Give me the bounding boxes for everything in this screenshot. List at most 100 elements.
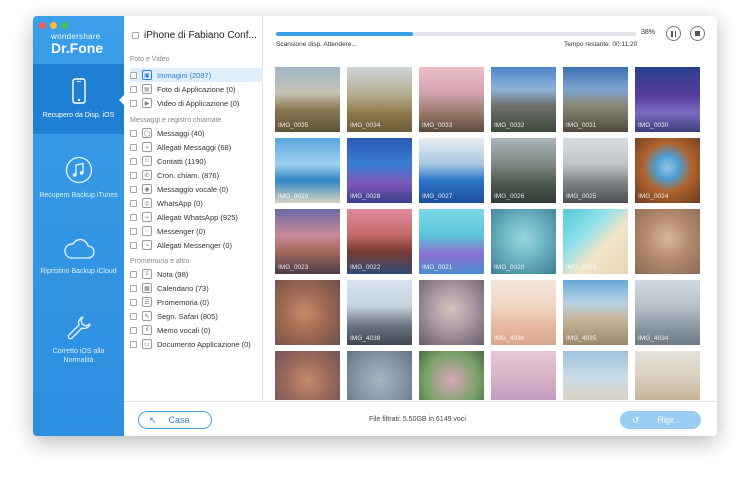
item-checkbox[interactable] xyxy=(130,71,137,79)
sidebar-item-label: Corretto iOS alla Normalità xyxy=(52,348,105,364)
item-checkbox[interactable] xyxy=(130,129,137,137)
tree-item-whatsapp-attachments[interactable]: ⌁ Allegati WhatsApp (925) xyxy=(130,210,263,224)
photo-thumbnail[interactable]: IMG_4034 xyxy=(635,280,700,345)
progress-bar xyxy=(276,32,636,36)
sidebar-item-label: Recupero Backup iTunes xyxy=(39,192,118,199)
tree-item-messages[interactable]: ◯ Messaggi (40) xyxy=(130,126,263,140)
item-checkbox[interactable] xyxy=(130,270,137,278)
item-checkbox[interactable] xyxy=(130,298,137,306)
stop-button[interactable] xyxy=(690,26,705,41)
item-label: Documento Applicazione (0) xyxy=(157,339,251,349)
photo-thumbnail[interactable]: IMG_0028 xyxy=(347,138,412,203)
sidebar-item-itunes-backup[interactable]: Recupero Backup iTunes xyxy=(33,156,124,201)
photo-thumbnail[interactable]: IMG_0026 xyxy=(491,138,556,203)
item-checkbox[interactable] xyxy=(130,157,137,165)
item-label: Contatti (1190) xyxy=(157,156,207,166)
item-checkbox[interactable] xyxy=(130,85,137,93)
photo-thumbnail[interactable] xyxy=(635,351,700,400)
photo-thumbnail[interactable]: IMG_4036 xyxy=(491,280,556,345)
tree-item-voicemail[interactable]: ◉ Messaggio vocale (0) xyxy=(130,182,263,196)
close-window-button[interactable] xyxy=(39,22,46,29)
photo-thumbnail[interactable]: IMG_0035 xyxy=(275,67,340,132)
sidebar-item-label: Recupero da Disp. iOS xyxy=(42,112,115,119)
recover-button[interactable]: ↺ Ripr. xyxy=(620,411,701,429)
tree-item-messenger-attachments[interactable]: ⌁ Allegati Messenger (0) xyxy=(130,238,263,252)
tree-item-app-photos[interactable]: ▤ Foto di Applicazione (0) xyxy=(130,82,263,96)
thumbnail-caption: IMG_0030 xyxy=(638,122,669,129)
tree-item-contacts[interactable]: ☺ Contatti (1190) xyxy=(130,154,263,168)
item-label: Nota (98) xyxy=(157,269,189,279)
pause-button[interactable] xyxy=(666,26,681,41)
item-checkbox[interactable] xyxy=(130,199,137,207)
photo-thumbnail[interactable]: IMG_0020 xyxy=(491,209,556,274)
photo-thumbnail[interactable] xyxy=(419,351,484,400)
tree-item-call-history[interactable]: ✆ Cron. chiam. (876) xyxy=(130,168,263,182)
item-checkbox[interactable] xyxy=(130,312,137,320)
device-name: iPhone di Fabiano Conf... xyxy=(144,30,257,41)
item-checkbox[interactable] xyxy=(130,284,137,292)
device-row[interactable]: iPhone di Fabiano Conf... xyxy=(132,30,257,41)
sidebar-item-icloud-backup[interactable]: Ripristino Backup iCloud xyxy=(33,238,124,277)
item-checkbox[interactable] xyxy=(130,241,137,249)
photo-thumbnail[interactable] xyxy=(275,280,340,345)
item-label: Calendario (73) xyxy=(157,283,209,293)
photo-thumbnail[interactable]: IMG_0031 xyxy=(563,67,628,132)
photo-thumbnail[interactable] xyxy=(275,351,340,400)
photo-thumbnail[interactable]: IMG_0022 xyxy=(347,209,412,274)
item-checkbox[interactable] xyxy=(130,171,137,179)
sidebar-item-label: Ripristino Backup iCloud xyxy=(40,268,117,275)
photo-thumbnail[interactable]: IMG_0023 xyxy=(275,209,340,274)
home-button[interactable]: ↖ Casa xyxy=(138,411,212,429)
item-checkbox[interactable] xyxy=(130,99,137,107)
tree-item-calendar[interactable]: ▦ Calendario (73) xyxy=(130,281,263,295)
photo-thumbnail[interactable]: IMG_0029 xyxy=(275,138,340,203)
tree-item-safari-bookmarks[interactable]: ✎ Segn. Safari (805) xyxy=(130,309,263,323)
back-arrow-icon: ↖ xyxy=(149,414,157,425)
photo-thumbnail[interactable] xyxy=(563,351,628,400)
photo-thumbnail[interactable] xyxy=(491,351,556,400)
item-checkbox[interactable] xyxy=(130,143,137,151)
tree-item-messenger[interactable]: ◌ Messenger (0) xyxy=(130,224,263,238)
tree-item-app-documents[interactable]: ▭ Documento Applicazione (0) xyxy=(130,337,263,351)
item-checkbox[interactable] xyxy=(130,227,137,235)
minimize-window-button[interactable] xyxy=(50,22,57,29)
tree-item-images[interactable]: ▣ Immagini (2087) xyxy=(130,68,263,82)
photo-thumbnail[interactable]: IMG_0032 xyxy=(491,67,556,132)
tree-item-message-attachments[interactable]: ⌁ Allegati Messaggi (68) xyxy=(130,140,263,154)
photo-thumbnail[interactable]: IMG_4038 xyxy=(347,280,412,345)
app-photo-icon: ▤ xyxy=(142,84,152,94)
tree-item-notes[interactable]: ≡ Nota (98) xyxy=(130,267,263,281)
group-title: Messaggi e registro chiamate xyxy=(130,117,222,124)
photo-thumbnail[interactable]: IMG_0019 xyxy=(563,209,628,274)
tree-item-app-videos[interactable]: ▶ Video di Applicazione (0) xyxy=(130,96,263,110)
tree-item-reminders[interactable]: ☰ Promemoria (0) xyxy=(130,295,263,309)
sidebar-item-ios-recovery[interactable]: Recupero da Disp. iOS xyxy=(33,64,125,134)
photo-thumbnail[interactable]: IMG_0034 xyxy=(347,67,412,132)
photo-thumbnail[interactable]: IMG_0030 xyxy=(635,67,700,132)
thumbnail-caption: IMG_0032 xyxy=(494,122,525,129)
item-checkbox[interactable] xyxy=(130,340,137,348)
photo-thumbnail[interactable] xyxy=(635,209,700,274)
note-icon: ≡ xyxy=(142,269,152,279)
photo-thumbnail[interactable]: IMG_0033 xyxy=(419,67,484,132)
messenger-icon: ◌ xyxy=(142,226,152,236)
photo-thumbnail[interactable]: IMG_4035 xyxy=(563,280,628,345)
thumbnail-caption: IMG_0031 xyxy=(566,122,597,129)
photo-thumbnail[interactable]: IMG_0025 xyxy=(563,138,628,203)
photo-thumbnail[interactable]: IMG_0021 xyxy=(419,209,484,274)
tree-item-voice-memos[interactable]: ıl Memo vocali (0) xyxy=(130,323,263,337)
item-checkbox[interactable] xyxy=(130,213,137,221)
photo-thumbnail[interactable] xyxy=(347,351,412,400)
home-button-label: Casa xyxy=(168,415,190,425)
window-controls xyxy=(39,22,68,29)
sidebar-item-fix-ios[interactable]: Corretto iOS alla Normalità xyxy=(33,314,124,366)
maximize-window-button[interactable] xyxy=(61,22,68,29)
photo-thumbnail[interactable]: IMG_0027 xyxy=(419,138,484,203)
device-checkbox[interactable] xyxy=(132,32,139,39)
cloud-icon xyxy=(33,238,124,260)
item-checkbox[interactable] xyxy=(130,326,137,334)
photo-thumbnail[interactable]: IMG_0024 xyxy=(635,138,700,203)
photo-thumbnail[interactable] xyxy=(419,280,484,345)
tree-item-whatsapp[interactable]: ◎ WhatsApp (0) xyxy=(130,196,263,210)
item-checkbox[interactable] xyxy=(130,185,137,193)
